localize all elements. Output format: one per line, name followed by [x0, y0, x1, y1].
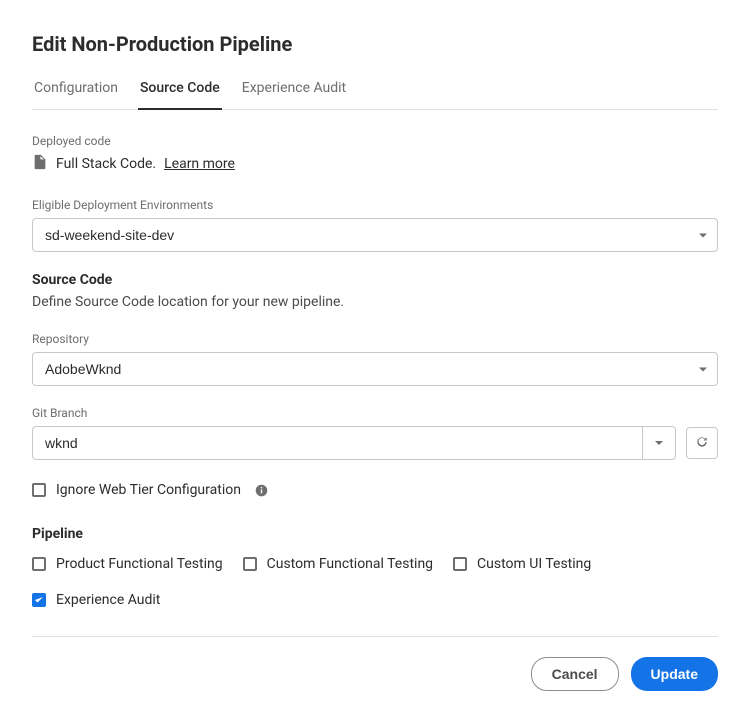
tab-experience-audit[interactable]: Experience Audit	[240, 80, 348, 110]
checkbox-icon	[453, 557, 467, 571]
ignore-web-tier-label: Ignore Web Tier Configuration	[56, 482, 241, 498]
env-section: Eligible Deployment Environments sd-week…	[32, 198, 718, 252]
env-label: Eligible Deployment Environments	[32, 198, 718, 212]
update-button[interactable]: Update	[631, 657, 718, 691]
deployed-code-section: Deployed code Full Stack Code. Learn mor…	[32, 134, 718, 174]
experience-audit-checkbox[interactable]: Experience Audit	[32, 592, 160, 608]
experience-audit-label: Experience Audit	[56, 592, 160, 608]
checkbox-checked-icon	[32, 593, 46, 607]
custom-functional-checkbox[interactable]: Custom Functional Testing	[243, 556, 433, 572]
tabs: Configuration Source Code Experience Aud…	[32, 80, 718, 110]
source-code-heading: Source Code	[32, 272, 718, 288]
git-branch-dropdown-button[interactable]	[642, 426, 676, 460]
refresh-button[interactable]	[686, 427, 718, 459]
info-icon[interactable]	[255, 484, 268, 497]
ignore-web-tier-checkbox[interactable]: Ignore Web Tier Configuration	[32, 482, 241, 498]
custom-ui-label: Custom UI Testing	[477, 556, 591, 572]
source-code-desc: Define Source Code location for your new…	[32, 294, 718, 310]
action-bar: Cancel Update	[32, 657, 718, 691]
source-code-section: Source Code Define Source Code location …	[32, 272, 718, 498]
learn-more-link[interactable]: Learn more	[164, 156, 235, 172]
pipeline-section: Pipeline Product Functional Testing Cust…	[32, 526, 718, 608]
deployed-code-label: Deployed code	[32, 134, 718, 148]
refresh-icon	[695, 435, 709, 452]
git-branch-input[interactable]	[32, 426, 642, 460]
cancel-button[interactable]: Cancel	[531, 657, 619, 691]
checkbox-icon	[32, 483, 46, 497]
repository-select[interactable]: AdobeWknd	[32, 352, 718, 386]
checkbox-icon	[32, 557, 46, 571]
git-branch-label: Git Branch	[32, 406, 718, 420]
checkbox-icon	[243, 557, 257, 571]
env-select[interactable]: sd-weekend-site-dev	[32, 218, 718, 252]
pipeline-heading: Pipeline	[32, 526, 718, 542]
tab-configuration[interactable]: Configuration	[32, 80, 120, 110]
divider	[32, 636, 718, 637]
code-file-icon	[32, 154, 48, 174]
product-functional-label: Product Functional Testing	[56, 556, 223, 572]
chevron-down-icon	[654, 436, 664, 451]
tab-source-code[interactable]: Source Code	[138, 80, 222, 110]
custom-ui-checkbox[interactable]: Custom UI Testing	[453, 556, 591, 572]
deployed-code-text: Full Stack Code.	[56, 156, 156, 172]
page-title: Edit Non-Production Pipeline	[32, 32, 718, 56]
product-functional-checkbox[interactable]: Product Functional Testing	[32, 556, 223, 572]
repository-label: Repository	[32, 332, 718, 346]
custom-functional-label: Custom Functional Testing	[267, 556, 433, 572]
